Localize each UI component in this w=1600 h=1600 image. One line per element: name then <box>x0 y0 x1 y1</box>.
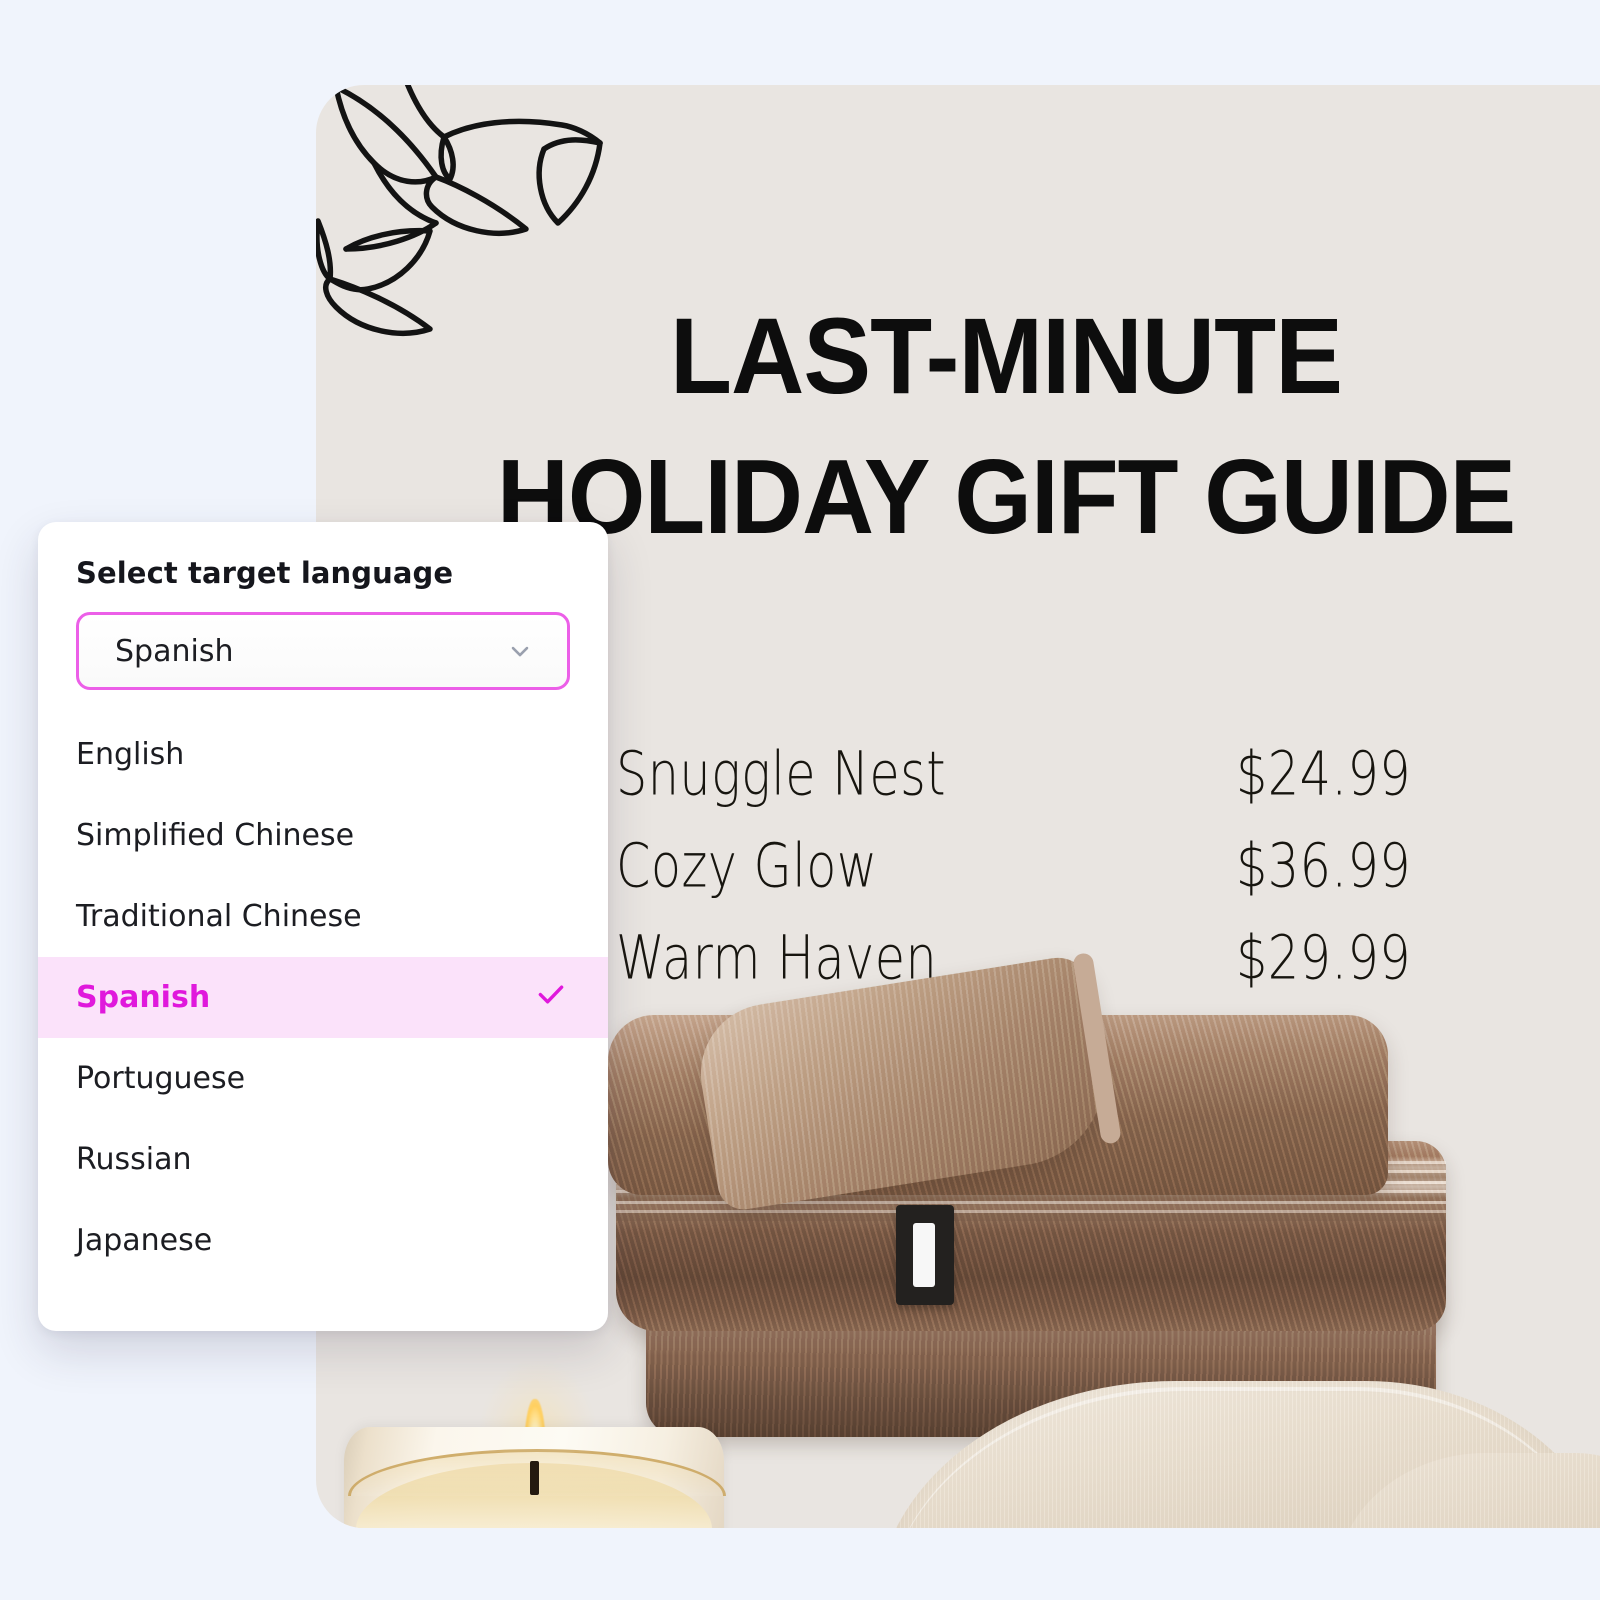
candle <box>344 1361 726 1528</box>
language-option-label: Spanish <box>76 980 211 1015</box>
language-option-russian[interactable]: Russian <box>38 1119 608 1200</box>
headline-line-2: HOLIDAY GIFT GUIDE <box>496 437 1516 556</box>
chevron-down-icon[interactable] <box>505 636 535 666</box>
product-name: Cozy Glow <box>616 831 878 902</box>
language-option-label: English <box>76 737 185 772</box>
language-option-label: Portuguese <box>76 1061 246 1096</box>
language-option-traditional-chinese[interactable]: Traditional Chinese <box>38 876 608 957</box>
product-price: $36.99 <box>1236 831 1412 902</box>
language-select-input[interactable]: Spanish <box>76 612 570 690</box>
language-option-simplified-chinese[interactable]: Simplified Chinese <box>38 795 608 876</box>
check-icon <box>534 977 568 1019</box>
language-select-value: Spanish <box>115 633 234 669</box>
language-option-spanish[interactable]: Spanish <box>38 957 608 1038</box>
language-option-label: Simplified Chinese <box>76 818 355 853</box>
language-option-label: Japanese <box>76 1223 213 1258</box>
app-canvas: LAST-MINUTE HOLIDAY GIFT GUIDE Snuggle N… <box>0 0 1600 1600</box>
language-option-label: Traditional Chinese <box>76 899 362 934</box>
language-option-english[interactable]: English <box>38 714 608 795</box>
language-selector-panel: Select target language Spanish English S… <box>38 522 608 1331</box>
panel-title: Select target language <box>76 556 454 590</box>
blanket-care-label <box>896 1205 954 1305</box>
language-option-portuguese[interactable]: Portuguese <box>38 1038 608 1119</box>
product-name: Snuggle Nest <box>616 739 947 810</box>
headline-line-1: LAST-MINUTE <box>669 295 1343 416</box>
product-price: $24.99 <box>1236 739 1412 810</box>
language-option-japanese[interactable]: Japanese <box>38 1200 608 1281</box>
product-row: Snuggle Nest $24.99 <box>616 739 1556 839</box>
language-option-label: Russian <box>76 1142 192 1177</box>
candle-wick <box>530 1461 539 1495</box>
page-title: LAST-MINUTE HOLIDAY GIFT GUIDE <box>448 285 1565 567</box>
language-options-list: English Simplified Chinese Traditional C… <box>38 714 608 1331</box>
